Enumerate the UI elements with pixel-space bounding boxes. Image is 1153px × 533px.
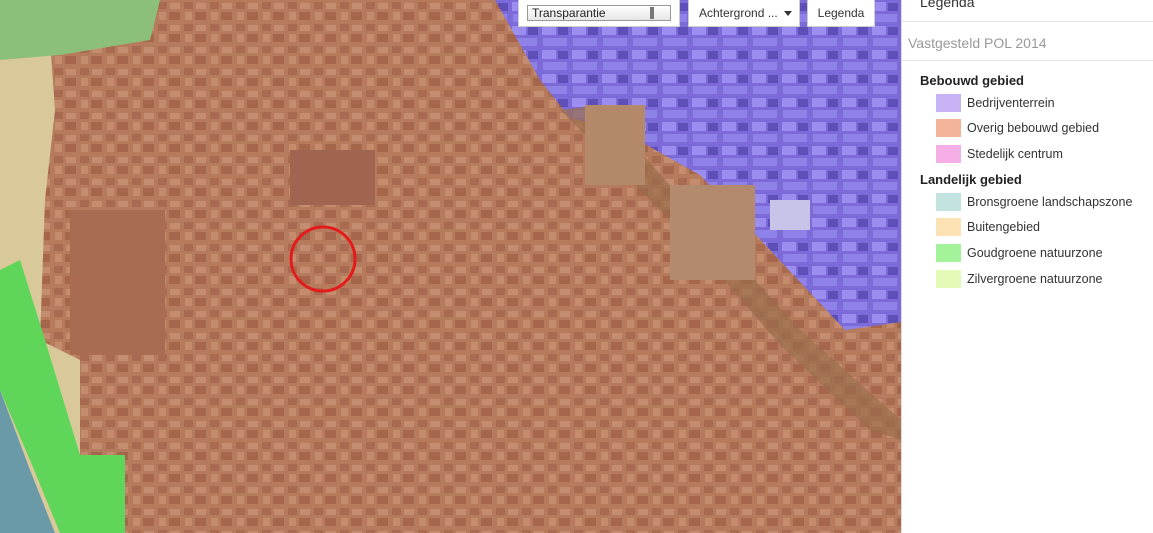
legend-item: Zilvergroene natuurzone (936, 269, 1103, 289)
layer-title: Vastgesteld POL 2014 (908, 35, 1047, 51)
legend-button-label: Legenda (817, 6, 865, 20)
legend-swatch (936, 244, 961, 262)
legend-item-label: Buitengebied (967, 220, 1040, 234)
legend-swatch (936, 145, 961, 163)
legend-group-landelijk: Landelijk gebied (920, 172, 1022, 187)
map-canvas[interactable] (0, 0, 901, 533)
legend-swatch (936, 270, 961, 288)
building (770, 200, 810, 230)
legend-group-bebouwd: Bebouwd gebied (920, 73, 1024, 88)
legend-item: Bronsgroene landschapszone (936, 192, 1132, 212)
legend-item-label: Overig bebouwd gebied (967, 121, 1100, 135)
legend-item: Stedelijk centrum (936, 144, 1063, 164)
legend-swatch (936, 218, 961, 236)
legend-item-label: Stedelijk centrum (967, 147, 1063, 161)
legend-swatch (936, 119, 961, 137)
legend-panel: Legenda Vastgesteld POL 2014 Bebouwd geb… (901, 0, 1153, 533)
transparency-control[interactable]: Transparantie (518, 0, 680, 27)
building (290, 150, 375, 205)
background-label: Achtergrond ... (699, 6, 778, 20)
building (670, 185, 755, 280)
legend-panel-title: Legenda (920, 0, 975, 10)
legend-swatch (936, 193, 961, 211)
slider-handle[interactable] (650, 7, 654, 19)
legend-item: Goudgroene natuurzone (936, 243, 1103, 263)
legend-item-label: Bedrijventerrein (967, 96, 1055, 110)
transparency-slider[interactable]: Transparantie (527, 5, 671, 21)
building (70, 210, 165, 355)
legend-swatch (936, 94, 961, 112)
legend-button[interactable]: Legenda (807, 0, 875, 27)
legend-item: Overig bebouwd gebied (936, 118, 1099, 138)
transparency-label: Transparantie (532, 6, 606, 20)
legend-item-label: Bronsgroene landschapszone (967, 195, 1133, 209)
legend-item-label: Goudgroene natuurzone (967, 246, 1103, 260)
building (585, 105, 645, 185)
legend-item-label: Zilvergroene natuurzone (967, 272, 1103, 286)
divider (902, 21, 1153, 22)
background-dropdown[interactable]: Achtergrond ... (688, 0, 800, 27)
legend-item: Buitengebied (936, 217, 1040, 237)
legend-item: Bedrijventerrein (936, 93, 1055, 113)
divider (902, 60, 1153, 61)
caret-down-icon (783, 10, 792, 16)
map-view[interactable]: Transparantie Achtergrond ... Legenda (0, 0, 901, 533)
